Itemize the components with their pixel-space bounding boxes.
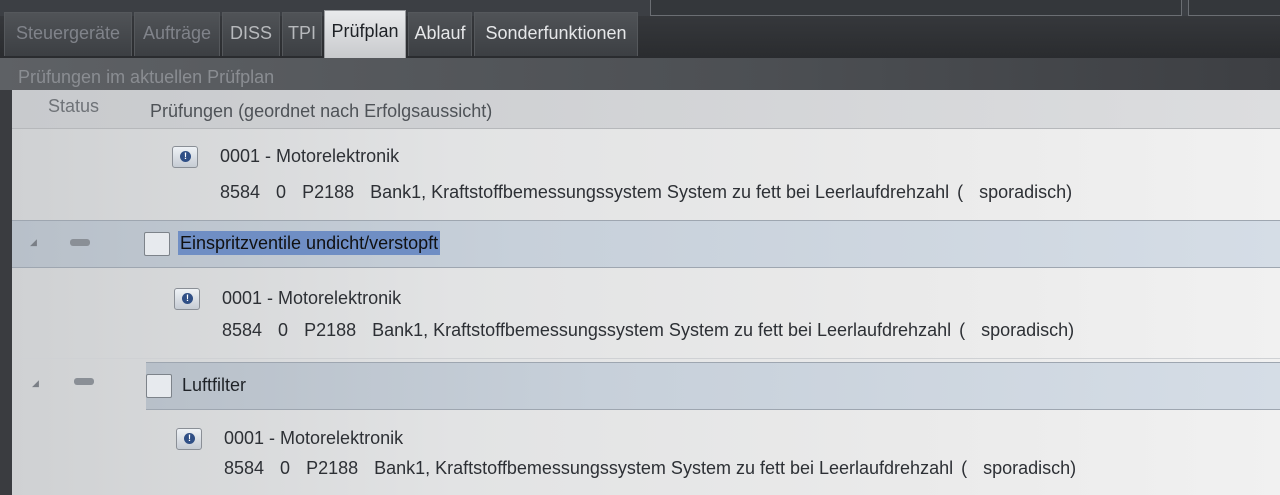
group-row[interactable]: ◢ Einspritzventile undicht/verstopft xyxy=(12,220,1280,268)
entry-description: Bank1, Kraftstoffbemessungssystem System… xyxy=(370,182,950,202)
entry-code2: 0 xyxy=(278,320,289,340)
entry-code1: 8584 xyxy=(222,320,263,340)
left-border xyxy=(0,90,12,495)
info-glyph: ! xyxy=(182,293,193,304)
group-checkbox[interactable] xyxy=(144,232,170,256)
info-glyph: ! xyxy=(180,151,191,162)
tab-ablauf[interactable]: Ablauf xyxy=(408,12,472,56)
entry-code2: 0 xyxy=(280,458,291,478)
tab-pruefplan[interactable]: Prüfplan xyxy=(324,10,406,58)
section-header: Prüfungen im aktuellen Prüfplan xyxy=(0,58,1280,92)
entry-code1: 8584 xyxy=(220,182,261,202)
group-label[interactable]: Einspritzventile undicht/verstopft xyxy=(178,231,441,255)
entry-description: Bank1, Kraftstoffbemessungssystem System… xyxy=(372,320,952,340)
info-glyph: ! xyxy=(184,433,195,444)
group-checkbox[interactable] xyxy=(146,374,172,398)
entry-paren: ( xyxy=(957,182,964,202)
collapse-arrow-icon[interactable]: ◢ xyxy=(30,237,37,248)
top-panel-left xyxy=(650,0,1182,16)
pruefplan-list: Status Prüfungen (geordnet nach Erfolgsa… xyxy=(12,90,1280,495)
column-status[interactable]: Status xyxy=(48,96,99,117)
entry-frequency: sporadisch) xyxy=(981,320,1075,340)
status-indicator-icon xyxy=(70,239,90,246)
info-icon[interactable]: ! xyxy=(176,428,202,450)
status-indicator-icon xyxy=(74,378,94,385)
group-row[interactable]: Luftfilter xyxy=(146,362,1280,410)
tab-diss[interactable]: DISS xyxy=(222,12,280,56)
entry-code2: 0 xyxy=(276,182,287,202)
tab-tpi[interactable]: TPI xyxy=(282,12,322,56)
entry-detail: 8584 0 P2188 Bank1, Kraftstoffbemessungssys… xyxy=(222,320,1090,341)
entry-dtc: P2188 xyxy=(302,182,355,202)
entry-paren: ( xyxy=(959,320,966,340)
entry-dtc: P2188 xyxy=(304,320,357,340)
entry-paren: ( xyxy=(961,458,968,478)
entry-detail: 8584 0 P2188 Bank1, Kraftstoffbemessungssys… xyxy=(220,182,1088,203)
info-icon[interactable]: ! xyxy=(172,146,198,168)
entry-dtc: P2188 xyxy=(306,458,359,478)
collapse-arrow-icon[interactable]: ◢ xyxy=(32,378,39,389)
column-pruefungen[interactable]: Prüfungen (geordnet nach Erfolgsaussicht… xyxy=(150,101,492,122)
tab-auftraege[interactable]: Aufträge xyxy=(134,12,220,56)
entry-module: 0001 - Motorelektronik xyxy=(220,146,400,166)
column-header: Status Prüfungen (geordnet nach Erfolgsa… xyxy=(12,90,1280,129)
entry-frequency: sporadisch) xyxy=(983,458,1077,478)
top-panel-right xyxy=(1188,0,1280,16)
entry-description: Bank1, Kraftstoffbemessungssystem System… xyxy=(374,458,954,478)
entry-detail: 8584 0 P2188 Bank1, Kraftstoffbemessungssys… xyxy=(224,458,1092,479)
section-title: Prüfungen im aktuellen Prüfplan xyxy=(18,67,275,87)
tab-steuergeraete[interactable]: Steuergeräte xyxy=(4,12,132,56)
entry-frequency: sporadisch) xyxy=(979,182,1073,202)
group-label[interactable]: Luftfilter xyxy=(180,373,248,397)
entry-code1: 8584 xyxy=(224,458,265,478)
entry-module: 0001 - Motorelektronik xyxy=(222,288,402,308)
row-separator xyxy=(12,358,1280,359)
info-icon[interactable]: ! xyxy=(174,288,200,310)
entry-module: 0001 - Motorelektronik xyxy=(224,428,404,448)
tab-sonderfunktionen[interactable]: Sonderfunktionen xyxy=(474,12,638,56)
tab-bar: Steuergeräte Aufträge DISS TPI Prüfplan … xyxy=(0,0,1280,58)
